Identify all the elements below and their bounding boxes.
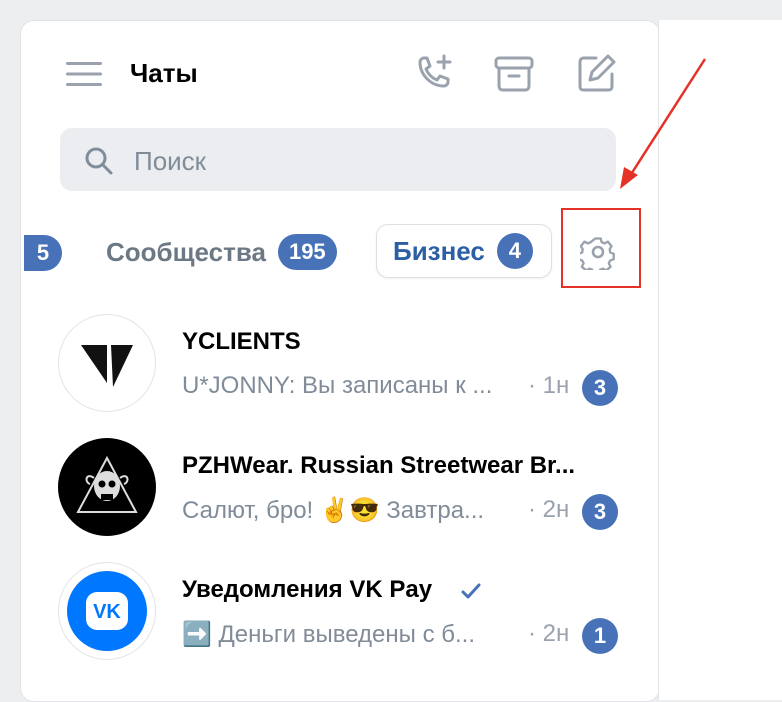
tab-communities[interactable]: Сообщества 195 (96, 224, 337, 280)
search-bar[interactable] (60, 128, 616, 191)
chat-preview: U*JONNY: Вы записаны к ... (182, 372, 493, 399)
highlight-box (561, 208, 641, 288)
avatar (58, 314, 156, 412)
chat-time: · 1н (528, 372, 570, 399)
avatar: VK (58, 562, 156, 660)
svg-text:VK: VK (93, 601, 121, 623)
yclients-logo-icon (81, 345, 133, 387)
chat-name: YCLIENTS (182, 328, 301, 355)
unread-badge: 1 (582, 618, 618, 654)
search-input[interactable] (132, 142, 596, 180)
partial-tab-badge[interactable]: 5 (24, 235, 62, 271)
verified-icon (461, 583, 481, 599)
page-title: Чаты (130, 58, 198, 88)
unread-badge: 3 (582, 370, 618, 406)
chat-item[interactable]: YCLIENTS U*JONNY: Вы записаны к ... · 1н… (58, 314, 618, 414)
chat-name: Уведомления VK Pay (182, 576, 433, 603)
avatar (58, 438, 156, 536)
tab-business-badge: 4 (496, 233, 533, 269)
chat-preview: ➡️ Деньги выведены с б... (182, 621, 475, 648)
archive-icon[interactable] (492, 52, 536, 96)
chat-item[interactable]: VK Уведомления VK Pay ➡️ Деньги выведены… (58, 562, 618, 662)
chat-time: · 2н (528, 620, 570, 647)
tab-communities-label: Сообщества (106, 236, 266, 267)
arrow-annotation (620, 58, 707, 189)
phone-add-icon[interactable] (412, 52, 456, 96)
chat-name: PZHWear. Russian Streetwear Br... (182, 452, 576, 479)
skull-logo-icon (76, 455, 138, 513)
menu-icon[interactable] (66, 60, 102, 88)
tab-business-label: Бизнес (393, 235, 485, 266)
tab-communities-badge: 195 (277, 234, 337, 270)
chat-time: · 2н (528, 496, 570, 523)
vk-logo-icon: VK (67, 571, 147, 651)
unread-badge: 3 (582, 494, 618, 530)
chat-item[interactable]: PZHWear. Russian Streetwear Br... Салют,… (58, 438, 618, 538)
chat-preview: Салют, бро! ✌️😎 Завтра... (182, 497, 485, 524)
search-icon (85, 147, 113, 175)
tab-business[interactable]: Бизнес 4 (376, 224, 552, 278)
